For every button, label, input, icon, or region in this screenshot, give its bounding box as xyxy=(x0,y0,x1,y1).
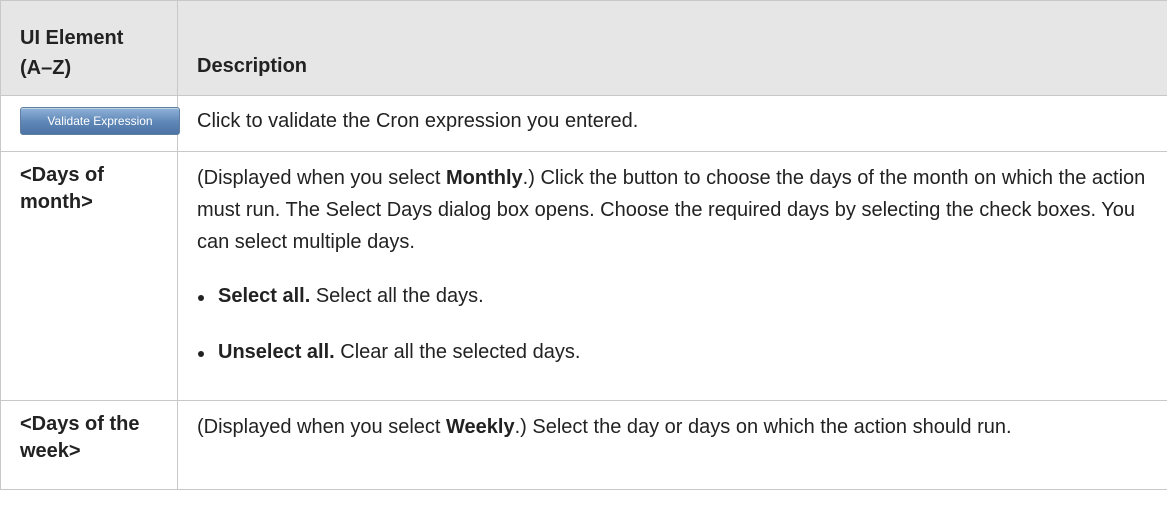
header-ui-element-line1: UI Element xyxy=(20,27,124,49)
description-keyword: Monthly xyxy=(446,167,523,189)
element-cell: Validate Expression xyxy=(0,95,180,152)
description-suffix: .) Select the day or days on which the a… xyxy=(514,416,1012,438)
element-name-line1: <Days of xyxy=(20,164,104,186)
description-prefix: (Displayed when you select xyxy=(197,167,447,189)
description-cell: Click to validate the Cron expression yo… xyxy=(177,95,1167,152)
list-item: Unselect all. Clear all the selected day… xyxy=(197,336,1157,368)
table-row-days-of-month: <Days of month> (Displayed when you sele… xyxy=(0,151,1167,401)
element-name-line2: week> xyxy=(20,440,81,462)
header-ui-element: UI Element (A–Z) xyxy=(0,0,178,96)
description-cell: (Displayed when you select Monthly.) Cli… xyxy=(177,151,1167,401)
table-row-validate-expression: Validate Expression Click to validate th… xyxy=(0,95,1167,152)
ui-element-reference-table: UI Element (A–Z) Description Validate Ex… xyxy=(0,0,1167,490)
option-list: Select all. Select all the days. Unselec… xyxy=(197,280,1157,368)
description-prefix: (Displayed when you select xyxy=(197,416,447,438)
description-text: (Displayed when you select Monthly.) Cli… xyxy=(197,162,1157,258)
list-item: Select all. Select all the days. xyxy=(197,280,1157,312)
table-header-row: UI Element (A–Z) Description xyxy=(0,0,1167,96)
option-term: Unselect all. xyxy=(218,341,335,363)
header-description: Description xyxy=(177,0,1167,96)
element-cell: <Days of month> xyxy=(0,151,178,401)
validate-expression-button[interactable]: Validate Expression xyxy=(20,107,180,135)
bullet-icon xyxy=(198,295,204,301)
option-term: Select all. xyxy=(218,285,311,307)
option-text: Select all the days. xyxy=(310,285,484,307)
element-name-line2: month> xyxy=(20,191,93,213)
description-keyword: Weekly xyxy=(446,416,515,438)
description-cell: (Displayed when you select Weekly.) Sele… xyxy=(177,400,1167,490)
description-text: Click to validate the Cron expression yo… xyxy=(197,110,639,132)
option-text: Clear all the selected days. xyxy=(334,341,581,363)
header-ui-element-line2: (A–Z) xyxy=(20,57,72,79)
table-row-days-of-week: <Days of the week> (Displayed when you s… xyxy=(0,400,1167,490)
description-text: (Displayed when you select Weekly.) Sele… xyxy=(197,411,1157,443)
element-cell: <Days of the week> xyxy=(0,400,178,490)
bullet-icon xyxy=(198,351,204,357)
element-name-line1: <Days of the xyxy=(20,413,140,435)
header-description-label: Description xyxy=(197,55,308,77)
